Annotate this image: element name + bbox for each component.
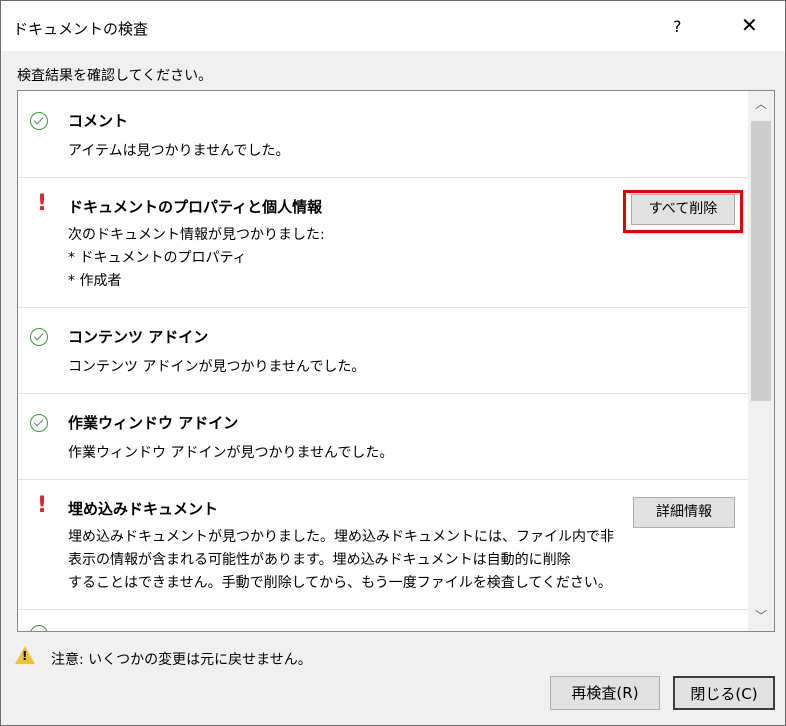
section-title: 作業ウィンドウ アドイン — [68, 414, 239, 432]
note-text: 注意: いくつかの変更は元に戻せません。 — [51, 652, 312, 668]
scroll-thumb[interactable] — [751, 121, 771, 401]
results-list: コメント アイテムは見つかりませんでした。 ! ドキュメントのプロパティと個人情… — [18, 91, 748, 631]
section-embedded-documents: ! 埋め込みドキュメント 埋め込みドキュメントが見つかりました。埋め込みドキュメ… — [18, 479, 748, 610]
section-title: コンテンツ アドイン — [68, 328, 209, 346]
section-body: 作業ウィンドウ アドインが見つかりませんでした。 — [68, 442, 393, 465]
section-body: コンテンツ アドインが見つかりませんでした。 — [68, 356, 365, 379]
title-bar: ドキュメントの検査 ? ✕ — [1, 1, 785, 51]
document-inspector-dialog: ドキュメントの検査 ? ✕ 検査結果を確認してください。 コメント アイテムは見… — [0, 0, 786, 726]
warning-mark: ! — [22, 649, 28, 663]
help-button[interactable]: ? — [673, 17, 682, 36]
close-icon[interactable]: ✕ — [741, 13, 758, 37]
warning-icon: ! — [37, 191, 48, 216]
section-taskpane-addins: 作業ウィンドウ アドイン 作業ウィンドウ アドインが見つかりませんでした。 — [18, 393, 748, 480]
section-line: することはできません。手動で削除してから、もう一度ファイルを検査してください。 — [68, 575, 612, 591]
check-icon — [30, 112, 48, 130]
section-line: 表示の情報が含まれる可能性があります。埋め込みドキュメントは自動的に削除 — [68, 552, 571, 568]
scroll-up-icon[interactable]: ︿ — [748, 95, 774, 112]
section-line: コンテンツ アドインが見つかりませんでした。 — [68, 359, 366, 375]
section-body: 次のドキュメント情報が見つかりました: * ドキュメントのプロパティ * 作成者 — [68, 224, 325, 293]
results-panel: コメント アイテムは見つかりませんでした。 ! ドキュメントのプロパティと個人情… — [17, 90, 775, 632]
section-line: 埋め込みドキュメントが見つかりました。埋め込みドキュメントには、ファイル内で非 — [68, 529, 614, 545]
window-title: ドキュメントの検査 — [13, 20, 149, 38]
section-line: * 作成者 — [68, 273, 122, 289]
check-icon — [30, 328, 48, 346]
reinspect-button[interactable]: 再検査(R) — [550, 676, 660, 710]
section-title: コメント — [68, 112, 129, 130]
close-button[interactable]: 閉じる(C) — [673, 676, 775, 710]
section-line: * ドキュメントのプロパティ — [68, 250, 247, 266]
section-line: 作業ウィンドウ アドインが見つかりませんでした。 — [68, 445, 394, 461]
section-title: 埋め込みドキュメント — [68, 500, 219, 518]
warning-icon: ! — [37, 493, 48, 518]
section-body: 埋め込みドキュメントが見つかりました。埋め込みドキュメントには、ファイル内で非 … — [68, 526, 614, 595]
scroll-down-icon[interactable]: ﹀ — [748, 607, 774, 624]
more-info-button[interactable]: 詳細情報 — [633, 497, 735, 528]
section-line: 次のドキュメント情報が見つかりました: — [68, 227, 325, 243]
section-content-addins: コンテンツ アドイン コンテンツ アドインが見つかりませんでした。 — [18, 307, 748, 394]
highlight-annotation — [623, 190, 743, 233]
check-icon — [30, 414, 48, 432]
scrollbar[interactable]: ︿ ﹀ — [748, 91, 774, 631]
section-comments: コメント アイテムは見つかりませんでした。 — [18, 91, 748, 178]
section-line: アイテムは見つかりませんでした。 — [68, 143, 290, 159]
instruction-text: 検査結果を確認してください。 — [17, 68, 213, 84]
section-body: アイテムは見つかりませんでした。 — [68, 140, 289, 163]
section-title: ドキュメントのプロパティと個人情報 — [68, 198, 323, 216]
check-icon — [30, 625, 48, 631]
